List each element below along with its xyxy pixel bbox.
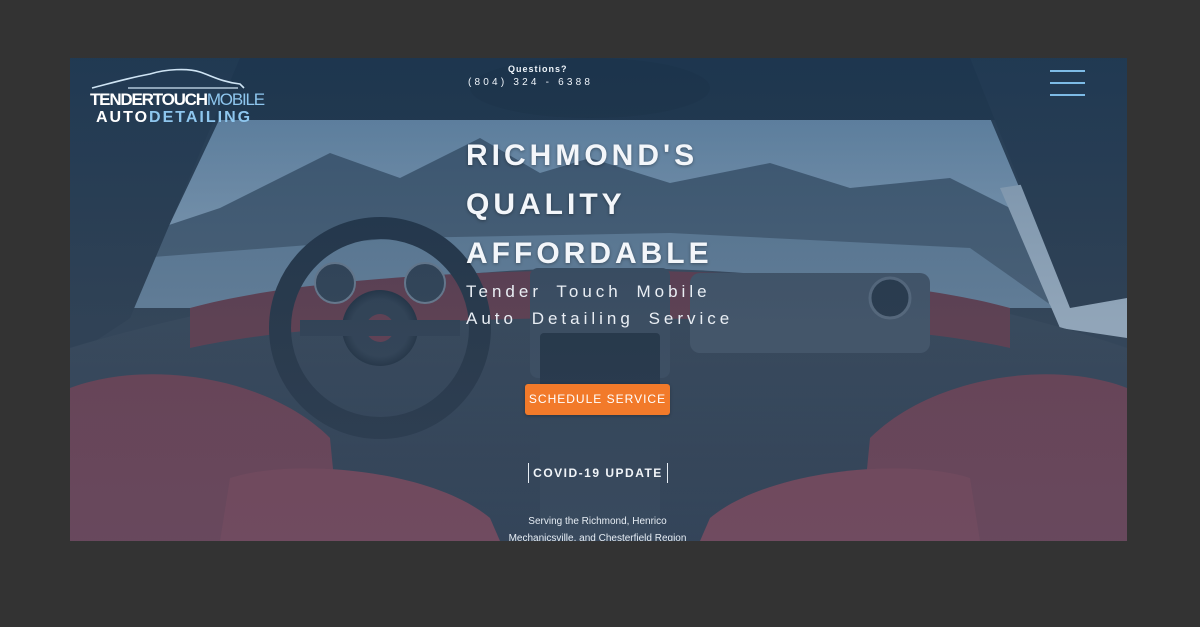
service-area-line-2: Mechanicsville, and Chesterfield Region bbox=[508, 533, 687, 541]
menu-bar bbox=[1050, 70, 1085, 72]
hero-subtitle-line-1: Tender Touch Mobile bbox=[466, 282, 711, 301]
phone-number-link[interactable]: (804) 324 - 6388 bbox=[468, 77, 593, 88]
covid-update-link[interactable]: COVID-19 UPDATE bbox=[528, 463, 668, 483]
hero-headline-line-1: RICHMOND'S bbox=[466, 139, 699, 172]
service-area-line-1: Serving the Richmond, Henrico bbox=[528, 516, 667, 527]
site-logo[interactable]: TENDERTOUCHMOBILE AUTODETAILING bbox=[88, 66, 265, 128]
hero-headline-line-2: QUALITY bbox=[466, 188, 626, 221]
schedule-service-button[interactable]: SCHEDULE SERVICE bbox=[525, 384, 670, 415]
hero-subtitle-line-2: Auto Detailing Service bbox=[466, 309, 734, 328]
logo-line-1: TENDERTOUCHMOBILE bbox=[90, 90, 265, 109]
hamburger-menu-icon[interactable] bbox=[1050, 70, 1085, 96]
logo-line-2: AUTODETAILING bbox=[96, 109, 253, 126]
hero-section: TENDERTOUCHMOBILE AUTODETAILING Question… bbox=[70, 58, 1127, 541]
hero-headline-line-3: AFFORDABLE bbox=[466, 237, 713, 270]
menu-bar bbox=[1050, 94, 1085, 96]
menu-bar bbox=[1050, 82, 1085, 84]
questions-label: Questions? bbox=[508, 64, 568, 74]
